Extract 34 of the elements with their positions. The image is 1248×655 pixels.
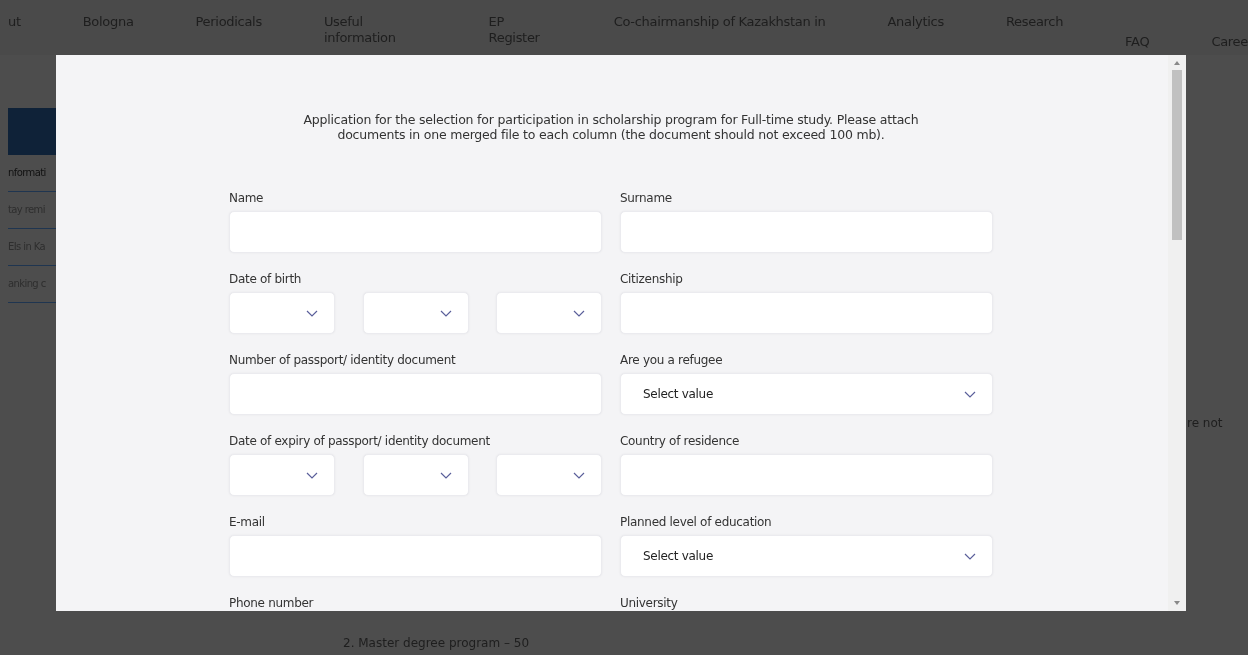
field-label: Surname xyxy=(620,191,673,206)
field-label: Number of passport/ identity document xyxy=(229,353,457,368)
modal-title: Application for the selection for participation in scholarship program for Full-time study. Please attach documents in one merged file to each column (the document should not exceed 100 mb). xyxy=(302,112,920,142)
field-label: E-mail xyxy=(229,515,266,530)
date-dropdown[interactable] xyxy=(229,292,335,334)
scroll-down-icon[interactable] xyxy=(1174,601,1180,605)
chevron-down-icon xyxy=(439,471,452,479)
field-label: Phone number xyxy=(229,596,315,611)
field-label: Country of residence xyxy=(620,434,741,449)
field-label: Date of birth xyxy=(229,272,303,287)
date-dropdown[interactable] xyxy=(496,454,602,496)
chevron-down-icon xyxy=(573,309,585,317)
date-dropdown[interactable] xyxy=(362,292,469,334)
chevron-down-icon xyxy=(964,552,976,560)
field-label: Planned level of education xyxy=(620,515,773,530)
chevron-down-icon xyxy=(306,471,318,479)
date-dropdown[interactable] xyxy=(229,454,335,496)
field-label: University xyxy=(620,596,679,611)
select-dropdown[interactable]: Select value xyxy=(620,535,993,577)
chevron-down-icon xyxy=(964,390,976,398)
sidebar-header xyxy=(8,108,56,155)
date-dropdown[interactable] xyxy=(496,292,602,334)
field-label: Are you a refugee xyxy=(620,353,724,368)
select-dropdown[interactable]: Select value xyxy=(620,373,993,415)
chevron-down-icon xyxy=(439,309,452,317)
chevron-down-icon xyxy=(306,309,318,317)
chevron-down-icon xyxy=(573,471,585,479)
date-dropdown[interactable] xyxy=(362,454,469,496)
scrollbar[interactable] xyxy=(1168,55,1186,611)
scrollbar-thumb[interactable] xyxy=(1172,70,1182,240)
field-label: Date of expiry of passport/ identity document xyxy=(229,434,491,449)
field-label: Citizenship xyxy=(620,272,684,287)
field-label: Name xyxy=(229,191,265,206)
scroll-up-icon[interactable] xyxy=(1174,61,1180,65)
